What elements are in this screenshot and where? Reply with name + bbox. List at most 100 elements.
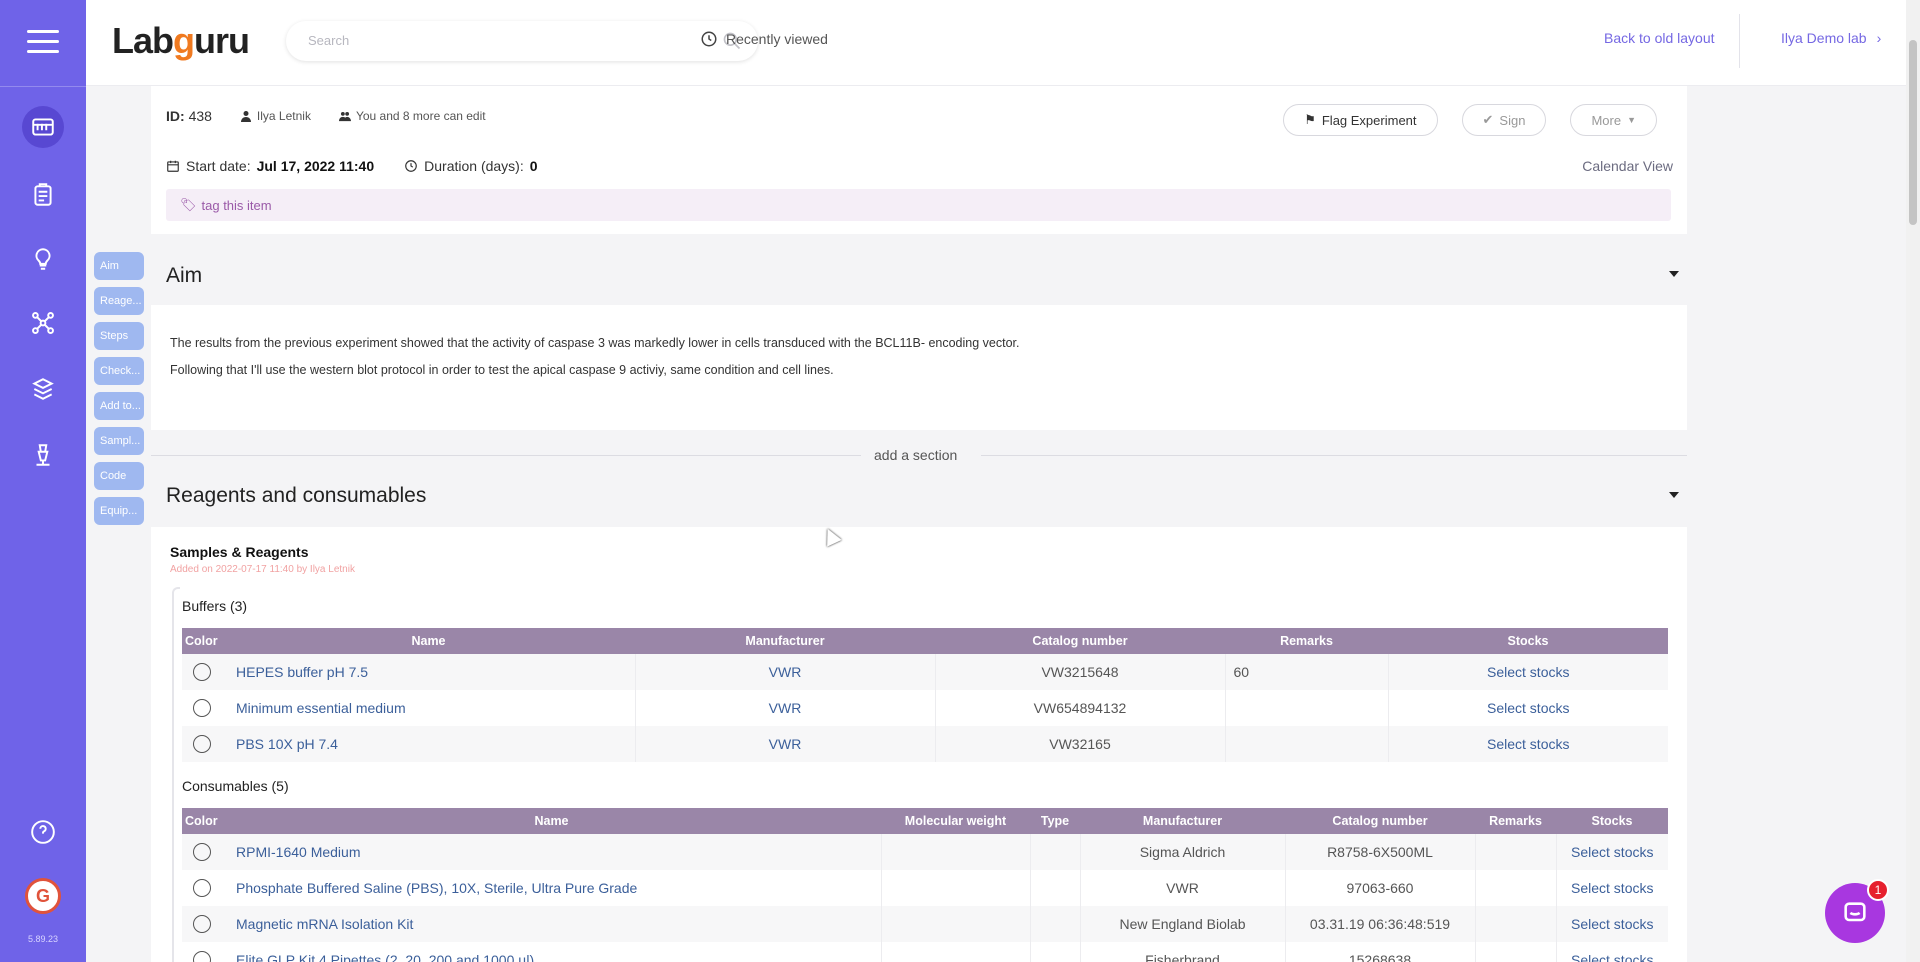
select-stocks-link[interactable]: Select stocks (1388, 690, 1668, 726)
manufacturer: Fisherbrand (1080, 942, 1286, 962)
add-section-line-right (981, 455, 1687, 456)
section-nav-steps[interactable]: Steps (94, 322, 144, 350)
calendar-view-link[interactable]: Calendar View (1582, 158, 1673, 174)
select-stocks-link[interactable]: Select stocks (1556, 942, 1668, 962)
reagents-section-title: Reagents and consumables (166, 484, 427, 507)
duration[interactable]: Duration (days): 0 (404, 158, 538, 174)
remarks: 60 (1225, 654, 1389, 690)
more-button[interactable]: More ▼ (1570, 104, 1657, 136)
row-select-radio[interactable] (193, 951, 211, 962)
buffers-group-title: Buffers (3) (182, 598, 248, 614)
select-stocks-link[interactable]: Select stocks (1388, 726, 1668, 762)
item-name-link[interactable]: Phosphate Buffered Saline (PBS), 10X, St… (222, 870, 882, 906)
type (1030, 870, 1081, 906)
catalog-number: 15268638 (1285, 942, 1476, 962)
reagents-collapse-caret[interactable] (1669, 492, 1679, 498)
row-select-radio[interactable] (193, 699, 211, 718)
help-icon[interactable] (22, 811, 64, 853)
section-nav-code[interactable]: Code (94, 462, 144, 490)
manufacturer-link[interactable]: VWR (635, 690, 936, 726)
experiments-icon[interactable] (22, 106, 64, 148)
item-name-link[interactable]: HEPES buffer pH 7.5 (222, 654, 636, 690)
remarks (1475, 942, 1557, 962)
item-name-link[interactable]: RPMI-1640 Medium (222, 834, 882, 870)
recently-viewed-button[interactable]: Recently viewed (700, 30, 828, 48)
row-select-radio[interactable] (193, 663, 211, 682)
select-stocks-link[interactable]: Select stocks (1556, 870, 1668, 906)
app: G 5.89.23 Labguru Search Recently viewed… (0, 0, 1920, 962)
aim-section[interactable]: The results from the previous experiment… (151, 305, 1687, 430)
select-stocks-link[interactable]: Select stocks (1556, 906, 1668, 942)
clock-icon (405, 160, 417, 172)
select-stocks-link[interactable]: Select stocks (1556, 834, 1668, 870)
scrollbar-thumb[interactable] (1909, 40, 1917, 225)
workflows-icon[interactable] (22, 302, 64, 344)
manufacturer: VWR (1080, 870, 1286, 906)
add-section-button[interactable]: add a section (874, 447, 957, 463)
manufacturer-link[interactable]: VWR (635, 654, 936, 690)
inventory-icon[interactable] (22, 368, 64, 410)
version-label: 5.89.23 (27, 934, 59, 944)
section-nav-checklist[interactable]: Check... (94, 357, 144, 385)
tag-bar[interactable]: 🏷 tag this item (166, 189, 1671, 221)
manufacturer: Sigma Aldrich (1080, 834, 1286, 870)
experiment-id: ID: 438 (166, 108, 212, 124)
col-type: Type (1030, 808, 1080, 834)
add-section-divider: add a section (151, 445, 1687, 465)
start-date[interactable]: Start date: Jul 17, 2022 11:40 (166, 158, 374, 174)
section-nav-reagents[interactable]: Reage... (94, 287, 144, 315)
page-scrollbar[interactable] (1906, 0, 1920, 962)
remarks (1475, 906, 1557, 942)
item-name-link[interactable]: PBS 10X pH 7.4 (222, 726, 636, 762)
row-select-radio[interactable] (193, 879, 211, 898)
type (1030, 942, 1081, 962)
lab-name: Ilya Demo lab (1781, 30, 1867, 46)
labguru-logo[interactable]: Labguru (112, 20, 250, 62)
item-name-link[interactable]: Magnetic mRNA Isolation Kit (222, 906, 882, 942)
row-select-radio[interactable] (193, 735, 211, 754)
type (1030, 834, 1081, 870)
chevron-right-icon: › (1876, 30, 1882, 46)
aim-collapse-caret[interactable] (1669, 271, 1679, 277)
tag-this-item[interactable]: 🏷 tag this item (180, 197, 272, 213)
ideas-icon[interactable] (22, 238, 64, 280)
sign-button[interactable]: ✔ Sign (1461, 104, 1547, 136)
item-name-link[interactable]: Elite GLP Kit 4 Pipettes (2, 20, 200 and… (222, 942, 882, 962)
owner[interactable]: Ilya Letnik (240, 109, 311, 123)
section-nav-equipment[interactable]: Equip... (94, 497, 144, 525)
catalog-number: VW3215648 (935, 654, 1226, 690)
avatar[interactable]: G (25, 878, 61, 914)
back-to-old-layout-link[interactable]: Back to old layout (1604, 30, 1715, 46)
search-input[interactable]: Search (286, 21, 758, 61)
equipment-icon[interactable] (22, 434, 64, 476)
aim-text-line-1: The results from the previous experiment… (170, 336, 1020, 350)
catalog-number: R8758-6X500ML (1285, 834, 1476, 870)
section-nav-add-to[interactable]: Add to... (94, 392, 144, 420)
editors[interactable]: You and 8 more can edit (338, 109, 486, 123)
search-placeholder: Search (308, 33, 350, 48)
flag-icon: ⚑ (1304, 112, 1316, 127)
section-nav-samples[interactable]: Sampl... (94, 427, 144, 455)
flag-experiment-button[interactable]: ⚑ Flag Experiment (1283, 104, 1438, 136)
row-select-radio[interactable] (193, 843, 211, 862)
catalog-number: 97063-660 (1285, 870, 1476, 906)
top-bar: Labguru Search Recently viewed Back to o… (86, 0, 1920, 86)
row-select-radio[interactable] (193, 915, 211, 934)
table-row: RPMI-1640 Medium Sigma Aldrich R8758-6X5… (182, 834, 1668, 870)
protocols-icon[interactable] (22, 174, 64, 216)
table-row: Phosphate Buffered Saline (PBS), 10X, St… (182, 870, 1668, 906)
lab-switcher-link[interactable]: Ilya Demo lab › (1781, 30, 1881, 46)
item-name-link[interactable]: Minimum essential medium (222, 690, 636, 726)
section-nav-aim[interactable]: Aim (94, 252, 144, 280)
col-manufacturer: Manufacturer (1080, 808, 1285, 834)
chat-widget-button[interactable]: 1 (1825, 879, 1889, 943)
remarks (1475, 834, 1557, 870)
select-stocks-link[interactable]: Select stocks (1388, 654, 1668, 690)
menu-icon[interactable] (27, 30, 59, 54)
manufacturer-link[interactable]: VWR (635, 726, 936, 762)
caret-down-icon: ▼ (1627, 115, 1636, 125)
col-remarks: Remarks (1475, 808, 1556, 834)
molecular-weight (881, 834, 1031, 870)
aim-section-title: Aim (166, 264, 203, 287)
col-stocks: Stocks (1556, 808, 1668, 834)
